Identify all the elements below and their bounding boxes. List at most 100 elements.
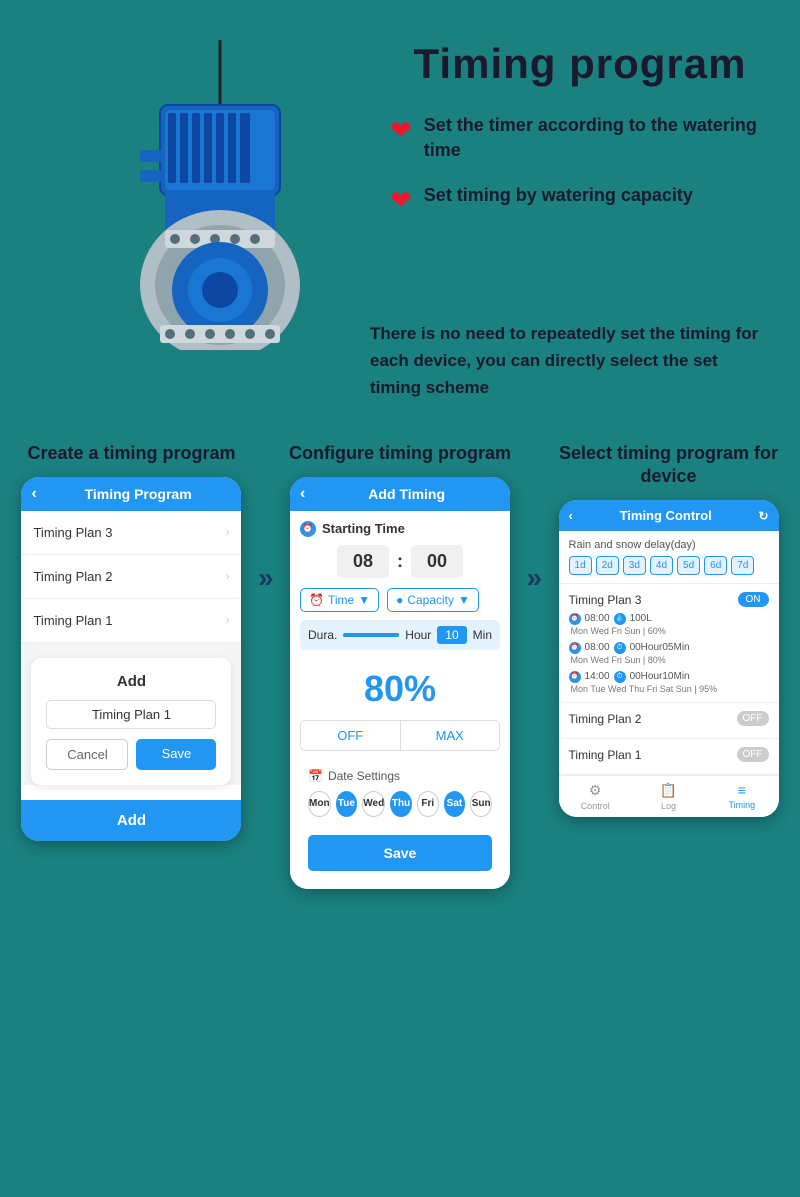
capacity-detail-icon-1: 💧: [614, 613, 626, 625]
control-nav-icon: ⚙: [589, 782, 602, 799]
phone1-back-arrow[interactable]: ‹: [31, 485, 36, 503]
delay-buttons-row: 1d 2d 3d 4d 5d 6d 7d: [569, 556, 769, 575]
phones-section: Create a timing program ‹ Timing Program…: [0, 422, 800, 919]
phone1-footer-add[interactable]: Add: [21, 800, 241, 841]
product-image: [50, 30, 350, 350]
delay-4d[interactable]: 4d: [650, 556, 673, 575]
hour-box[interactable]: 08: [337, 545, 389, 578]
delay-5d[interactable]: 5d: [677, 556, 700, 575]
phone1-column: Create a timing program ‹ Timing Program…: [15, 442, 248, 841]
clock-detail-icon-1: ⏰: [569, 613, 581, 625]
phone1-frame: ‹ Timing Program Timing Plan 3 › Timing …: [21, 477, 241, 841]
plan2-toggle[interactable]: OFF: [737, 711, 769, 726]
phone2-back-arrow[interactable]: ‹: [300, 485, 305, 503]
off-button[interactable]: OFF: [301, 721, 401, 750]
capacity-icon: ●: [396, 593, 403, 607]
plan3-detail-1: ⏰ 08:00 💧 100L: [569, 611, 769, 626]
plan1-header: Timing Plan 1 OFF: [569, 747, 769, 762]
clock-detail-icon-2: ⏰: [569, 642, 581, 654]
plan3-val3: 00Hour10Min: [630, 669, 690, 684]
time-dropdown-icon: ▼: [358, 593, 370, 607]
day-sat[interactable]: Sat: [444, 791, 466, 817]
product-image-area: [30, 30, 370, 350]
delay-1d[interactable]: 1d: [569, 556, 592, 575]
delay-6d[interactable]: 6d: [704, 556, 727, 575]
plan2-label: Timing Plan 2: [33, 569, 112, 584]
time-mode-btn[interactable]: ⏰ Time ▼: [300, 588, 379, 612]
plan1-name: Timing Plan 1: [569, 748, 642, 762]
plan3-days3: Mon Tue Wed Thu Fri Sat Sun | 95%: [569, 684, 769, 694]
heart-icon-1: ❤: [390, 115, 412, 146]
capacity-dropdown-icon: ▼: [458, 593, 470, 607]
phone3-header-title: Timing Control: [573, 508, 759, 523]
description-text: There is no need to repeatedly set the t…: [370, 320, 770, 402]
arrow2-section: »: [526, 442, 542, 594]
plan3-label: Timing Plan 3: [33, 525, 112, 540]
clock-icon: ⏰: [300, 521, 316, 537]
plan3-val2: 00Hour05Min: [630, 640, 690, 655]
log-nav-icon: 📋: [660, 782, 677, 799]
plan3-val1: 100L: [630, 611, 652, 626]
rain-delay-section: Rain and snow delay(day) 1d 2d 3d 4d 5d …: [559, 531, 779, 584]
dura-hour-label: Hour: [405, 628, 431, 642]
plan3-detail-2: ⏰ 08:00 ⏱ 00Hour05Min: [569, 640, 769, 655]
phone3-header: ‹ Timing Control ↻: [559, 500, 779, 531]
dura-val: 10: [437, 626, 466, 644]
plan1-toggle[interactable]: OFF: [737, 747, 769, 762]
plan3-toggle[interactable]: ON: [738, 592, 769, 607]
phone3-label: Select timing program for device: [552, 442, 785, 489]
plan3-item[interactable]: Timing Plan 3 ›: [21, 511, 241, 555]
phone2-header: ‹ Add Timing: [290, 477, 510, 511]
phone2-label: Configure timing program: [289, 442, 511, 465]
timing-nav-label: Timing: [729, 800, 756, 810]
feature-text-1: Set the timer according to the watering …: [424, 113, 770, 163]
starting-time-label: ⏰ Starting Time: [300, 521, 500, 537]
day-thu[interactable]: Thu: [390, 791, 412, 817]
clock-detail-icon-3: ⏰: [569, 671, 581, 683]
mode-select-row: ⏰ Time ▼ ● Capacity ▼: [300, 588, 500, 612]
dialog-buttons: Cancel Save: [46, 739, 216, 770]
nav-timing[interactable]: ≡ Timing: [705, 776, 778, 817]
arrow1-section: »: [258, 442, 274, 594]
phone1-body: Timing Plan 3 › Timing Plan 2 › Timing P…: [21, 511, 241, 785]
day-sun[interactable]: Sun: [470, 791, 492, 817]
time-display: 08 : 00: [300, 545, 500, 578]
refresh-icon[interactable]: ↻: [758, 509, 768, 523]
plan1-item[interactable]: Timing Plan 1 ›: [21, 599, 241, 643]
delay-2d[interactable]: 2d: [596, 556, 619, 575]
plan-name-input[interactable]: Timing Plan 1: [46, 700, 216, 729]
nav-log[interactable]: 📋 Log: [632, 776, 705, 817]
delay-7d[interactable]: 7d: [731, 556, 754, 575]
max-button[interactable]: MAX: [401, 721, 500, 750]
phone2-save-button[interactable]: Save: [308, 835, 492, 871]
plan3-chevron: ›: [225, 525, 229, 539]
days-row: Mon Tue Wed Thu Fri Sat Sun: [308, 791, 492, 817]
phone2-body: ⏰ Starting Time 08 : 00 ⏰ Time ▼ ●: [290, 511, 510, 889]
day-tue[interactable]: Tue: [336, 791, 358, 817]
day-wed[interactable]: Wed: [362, 791, 385, 817]
add-dialog: Add Timing Plan 1 Cancel Save: [31, 658, 231, 785]
arrow2-icon: »: [526, 562, 542, 594]
plan2-header: Timing Plan 2 OFF: [569, 711, 769, 726]
feature-item-2: ❤ Set timing by watering capacity: [390, 183, 770, 216]
delay-3d[interactable]: 3d: [623, 556, 646, 575]
heart-icon-2: ❤: [390, 185, 412, 216]
day-fri[interactable]: Fri: [417, 791, 439, 817]
cancel-button[interactable]: Cancel: [46, 739, 128, 770]
bottom-nav: ⚙ Control 📋 Log ≡ Timing: [559, 775, 779, 817]
nav-control[interactable]: ⚙ Control: [559, 776, 632, 817]
right-content: Timing program ❤ Set the timer according…: [370, 30, 770, 236]
plan3-days2: Mon Wed Fri Sun | 80%: [569, 655, 769, 665]
day-mon[interactable]: Mon: [308, 791, 331, 817]
minute-box[interactable]: 00: [411, 545, 463, 578]
clock-small-icon: ⏰: [309, 593, 324, 607]
plan2-control: Timing Plan 2 OFF: [559, 703, 779, 739]
capacity-mode-btn[interactable]: ● Capacity ▼: [387, 588, 479, 612]
phone2-column: Configure timing program ‹ Add Timing ⏰ …: [284, 442, 517, 889]
phone2-header-title: Add Timing: [313, 486, 500, 502]
phone2-frame: ‹ Add Timing ⏰ Starting Time 08 : 00 ⏰: [290, 477, 510, 889]
timer-detail-icon: ⏱: [614, 642, 626, 654]
save-button[interactable]: Save: [136, 739, 216, 770]
plan2-item[interactable]: Timing Plan 2 ›: [21, 555, 241, 599]
phone3-column: Select timing program for device ‹ Timin…: [552, 442, 785, 818]
